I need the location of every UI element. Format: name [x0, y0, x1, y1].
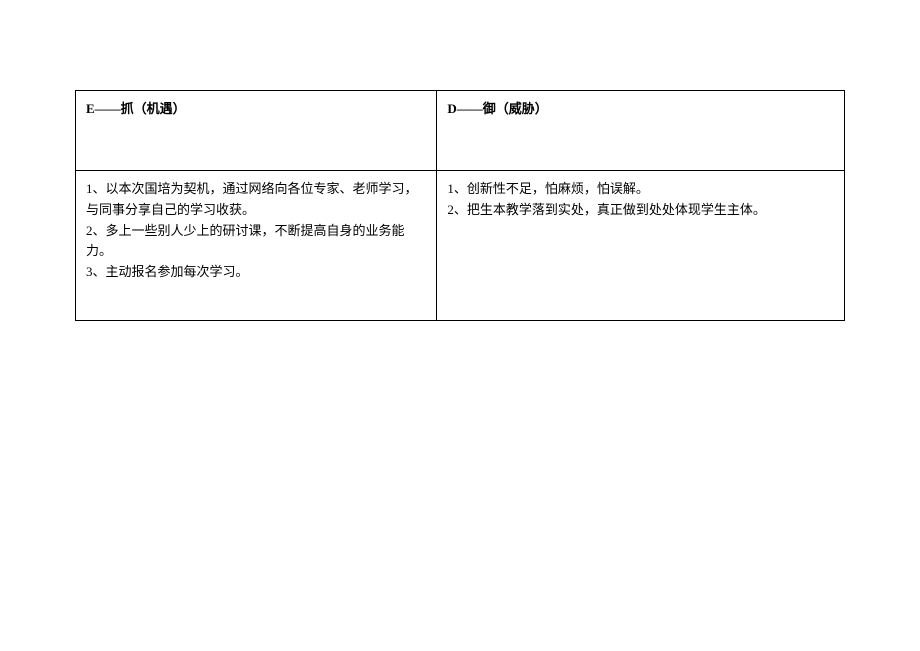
header-label-e: E——抓（机遇） [86, 101, 186, 116]
header-cell-d: D——御（威胁） [437, 91, 845, 171]
table-content-row: 1、以本次国培为契机，通过网络向各位专家、老师学习，与同事分享自己的学习收获。 … [76, 171, 845, 321]
left-item-3: 3、主动报名参加每次学习。 [86, 262, 426, 283]
left-item-2: 2、多上一些别人少上的研讨课，不断提高自身的业务能力。 [86, 221, 426, 263]
left-item-1: 1、以本次国培为契机，通过网络向各位专家、老师学习，与同事分享自己的学习收获。 [86, 179, 426, 221]
swot-table: E——抓（机遇） D——御（威胁） 1、以本次国培为契机，通过网络向各位专家、老… [75, 90, 845, 321]
content-cell-right: 1、创新性不足，怕麻烦，怕误解。 2、把生本教学落到实处，真正做到处处体现学生主… [437, 171, 845, 321]
header-label-d: D——御（威胁） [447, 101, 547, 116]
right-item-2: 2、把生本教学落到实处，真正做到处处体现学生主体。 [447, 200, 834, 221]
content-cell-left: 1、以本次国培为契机，通过网络向各位专家、老师学习，与同事分享自己的学习收获。 … [76, 171, 437, 321]
right-item-1: 1、创新性不足，怕麻烦，怕误解。 [447, 179, 834, 200]
table-header-row: E——抓（机遇） D——御（威胁） [76, 91, 845, 171]
header-cell-e: E——抓（机遇） [76, 91, 437, 171]
